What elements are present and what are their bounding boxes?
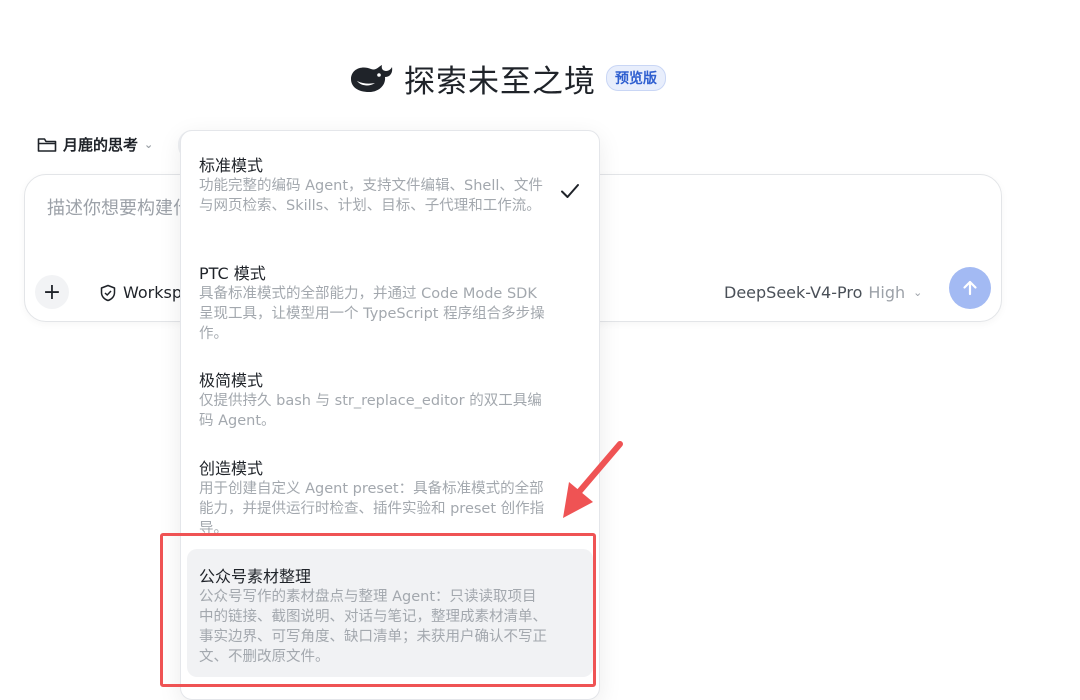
chevron-down-icon: ⌄ (144, 138, 154, 151)
model-level: High (868, 283, 906, 302)
option-standard-mode[interactable]: 标准模式 功能完整的编码 Agent，支持文件编辑、Shell、文件与网页检索、… (181, 131, 599, 243)
option-description: 用于创建自定义 Agent preset：具备标准模式的全部能力，并提供运行时检… (199, 481, 545, 537)
annotation-highlight-box (160, 533, 596, 687)
check-icon (561, 184, 579, 198)
option-minimal-mode[interactable]: 极简模式 仅提供持久 bash 与 str_replace_editor 的双工… (181, 351, 599, 439)
option-title: 极简模式 (199, 371, 264, 390)
option-title: 标准模式 (199, 156, 264, 175)
folder-selector[interactable]: 月鹿的思考 ⌄ (37, 134, 153, 155)
folder-label: 月鹿的思考 (63, 136, 139, 154)
option-description: 功能完整的编码 Agent，支持文件编辑、Shell、文件与网页检索、Skill… (199, 178, 543, 214)
model-name: DeepSeek-V4-Pro (724, 283, 863, 302)
option-title: 创造模式 (199, 459, 264, 478)
arrow-up-icon (963, 280, 977, 296)
plus-icon: + (42, 279, 62, 305)
preview-badge: 预览版 (606, 65, 666, 91)
option-title: PTC 模式 (199, 264, 266, 283)
option-description: 具备标准模式的全部能力，并通过 Code Mode SDK 呈现工具，让模型用一… (199, 286, 545, 342)
option-ptc-mode[interactable]: PTC 模式 具备标准模式的全部能力，并通过 Code Mode SDK 呈现工… (181, 243, 599, 351)
page-title: 探索未至之境 (404, 63, 596, 100)
option-description: 仅提供持久 bash 与 str_replace_editor 的双工具编码 A… (199, 393, 542, 429)
brand-header: 探索未至之境 预览版 (348, 56, 666, 100)
whale-logo-icon (351, 65, 393, 92)
add-button[interactable]: + (35, 275, 69, 309)
annotation-arrow-icon (563, 441, 623, 518)
option-create-mode[interactable]: 创造模式 用于创建自定义 Agent preset：具备标准模式的全部能力，并提… (181, 439, 599, 539)
shield-icon (100, 284, 116, 301)
model-selector[interactable]: DeepSeek-V4-Pro High ⌄ (724, 283, 922, 302)
folder-icon (37, 137, 57, 152)
chevron-down-icon: ⌄ (913, 286, 923, 299)
send-button[interactable] (949, 267, 991, 309)
